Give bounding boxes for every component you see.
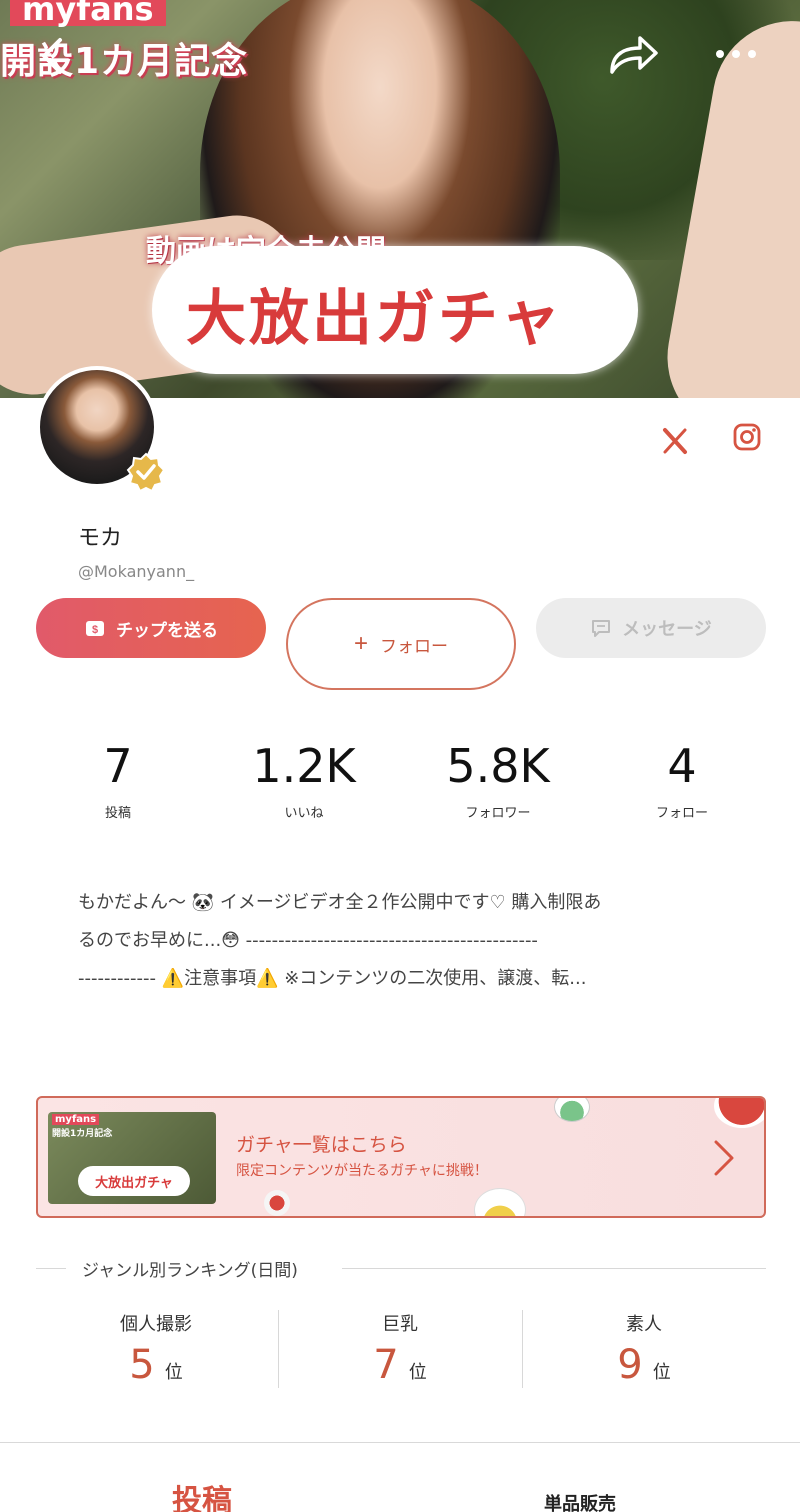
gacha-thumb-brand: myfans	[52, 1114, 100, 1125]
svg-text:$: $	[92, 624, 98, 636]
message-button[interactable]: メッセージ	[536, 598, 766, 658]
plus-icon: +	[353, 630, 368, 657]
ranking-position: 9	[617, 1342, 643, 1388]
stat-followers-value: 5.8K	[446, 739, 550, 793]
ranking-unit: 位	[408, 1362, 427, 1383]
gacha-thumb-subtitle: 開設1カ月記念	[52, 1129, 113, 1139]
tab-posts[interactable]: 投稿	[172, 1476, 232, 1512]
ranking-item[interactable]: 個人撮影 5位	[36, 1310, 276, 1388]
ranking-genre: 素人	[626, 1314, 662, 1335]
divider	[0, 1442, 800, 1443]
profile-handle: @Mokanyann_	[78, 562, 195, 581]
profile-bio[interactable]: もかだよん～ 🐼 イメージビデオ全２作公開中です♡ 購入制限あ るのでお早めに.…	[78, 884, 728, 998]
gacha-thumb-pill: 大放出ガチャ	[78, 1166, 190, 1196]
gacha-ball-decoration	[554, 1098, 590, 1122]
header-banner: myfans 開設1カ月記念 動画は完全未公開 大放出ガチャ	[0, 0, 800, 398]
send-tip-button[interactable]: $ チップを送る	[36, 598, 266, 658]
message-icon	[592, 620, 611, 637]
stat-following-label: フォロー	[655, 806, 708, 821]
gacha-banner[interactable]: myfans 開設1カ月記念 大放出ガチャ ガチャ一覧はこちら 限定コンテンツが…	[36, 1096, 766, 1218]
stat-following[interactable]: 4 フォロー	[592, 736, 772, 821]
ranking-position: 5	[129, 1342, 155, 1388]
brand-tag: myfans	[10, 0, 166, 26]
gacha-title: ガチャ一覧はこちら	[236, 1134, 407, 1156]
ranking-genre: 巨乳	[382, 1314, 418, 1335]
tab-single-sales[interactable]: 単品販売	[544, 1490, 616, 1512]
more-icon[interactable]	[712, 44, 760, 64]
bio-line: ------------ ⚠️注意事項⚠️ ※コンテンツの二次使用、譲渡、転..…	[78, 968, 587, 989]
share-icon[interactable]	[606, 32, 660, 76]
follow-label: フォロー	[380, 636, 448, 656]
stat-followers-label: フォロワー	[465, 806, 531, 821]
divider	[522, 1310, 523, 1388]
bio-line: もかだよん～ 🐼 イメージビデオ全２作公開中です♡ 購入制限あ	[78, 892, 602, 913]
gacha-thumbnail: myfans 開設1カ月記念 大放出ガチャ	[48, 1112, 216, 1204]
divider	[342, 1268, 766, 1269]
stat-likes[interactable]: 1.2K いいね	[214, 736, 394, 821]
ranking-item[interactable]: 巨乳 7位	[280, 1310, 520, 1388]
stat-followers[interactable]: 5.8K フォロワー	[408, 736, 588, 821]
x-twitter-icon[interactable]	[658, 424, 692, 458]
promo-title: 大放出ガチャ	[186, 284, 564, 354]
message-label: メッセージ	[622, 619, 712, 639]
bio-line: るのでお早めに...😳 ----------------------------…	[78, 930, 538, 951]
stat-posts-label: 投稿	[104, 806, 131, 821]
stat-following-value: 4	[667, 739, 697, 793]
gacha-ball-decoration	[264, 1190, 290, 1216]
gacha-subtitle: 限定コンテンツが当たるガチャに挑戦！	[236, 1163, 488, 1179]
ranking-item[interactable]: 素人 9位	[524, 1310, 764, 1388]
ranking-genre: 個人撮影	[120, 1314, 192, 1335]
gacha-ball-decoration	[474, 1188, 526, 1216]
chevron-right-icon	[714, 1140, 734, 1176]
ranking-unit: 位	[652, 1362, 671, 1383]
gacha-ball-decoration	[714, 1098, 764, 1128]
tip-icon: $	[86, 621, 104, 636]
stat-posts[interactable]: 7 投稿	[28, 736, 208, 821]
follow-button[interactable]: + フォロー	[286, 598, 516, 690]
back-icon[interactable]	[36, 36, 68, 76]
stat-likes-value: 1.2K	[252, 739, 356, 793]
ranking-heading: ジャンル別ランキング(日間)	[78, 1256, 302, 1281]
send-tip-label: チップを送る	[116, 620, 218, 640]
verified-badge-icon	[126, 452, 166, 492]
ranking-unit: 位	[164, 1362, 183, 1383]
ranking-position: 7	[373, 1342, 399, 1388]
divider	[36, 1268, 66, 1269]
stat-posts-value: 7	[103, 739, 133, 793]
divider	[278, 1310, 279, 1388]
profile-name: モカ	[78, 526, 123, 551]
instagram-icon[interactable]	[730, 420, 764, 454]
stat-likes-label: いいね	[284, 806, 324, 821]
